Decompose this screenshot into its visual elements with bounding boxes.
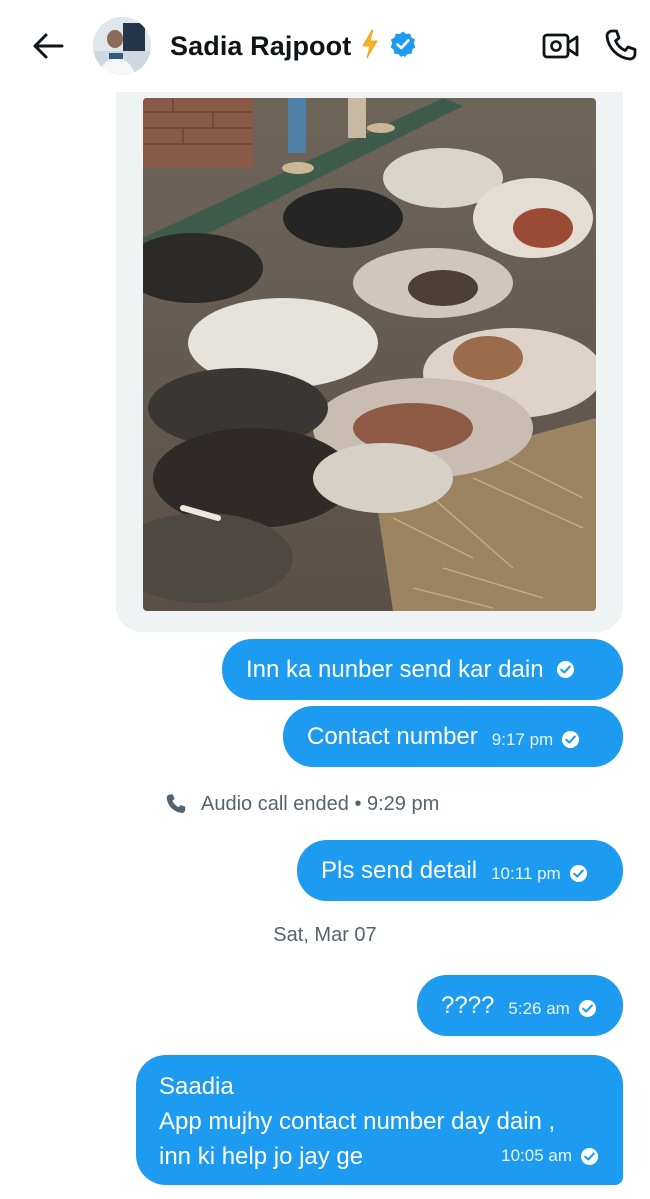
date-separator-text: Sat, Mar 07 bbox=[273, 924, 377, 946]
shared-photo[interactable] bbox=[143, 98, 596, 611]
contact-name-row[interactable]: Sadia Rajpoot bbox=[170, 26, 417, 66]
message-time: 10:11 pm bbox=[491, 863, 561, 883]
message-text: ???? bbox=[441, 991, 495, 1019]
chat-header: Sadia Rajpoot bbox=[0, 0, 650, 92]
date-separator: Sat, Mar 07 bbox=[0, 924, 650, 947]
read-check-icon bbox=[569, 864, 587, 883]
message-meta: 5:26 am bbox=[508, 994, 596, 1024]
message-meta: 10:05 am bbox=[501, 1141, 599, 1171]
video-call-icon bbox=[542, 33, 579, 59]
read-check-icon bbox=[562, 730, 580, 749]
sent-message[interactable]: ???? 5:26 am bbox=[417, 975, 623, 1036]
audio-call-button[interactable] bbox=[600, 24, 642, 66]
contact-name: Sadia Rajpoot bbox=[170, 30, 352, 61]
message-meta: 9:17 pm bbox=[492, 725, 580, 755]
avatar-image bbox=[93, 17, 151, 75]
sent-message[interactable]: Saadia App mujhy contact number day dain… bbox=[136, 1055, 623, 1185]
phone-icon bbox=[605, 29, 637, 61]
back-arrow-icon bbox=[33, 33, 64, 59]
message-time: 10:05 am bbox=[501, 1146, 572, 1165]
sent-message[interactable]: Pls send detail 10:11 pm bbox=[297, 840, 623, 901]
message-text: Pls send detail bbox=[321, 856, 478, 884]
read-check-icon bbox=[556, 660, 574, 679]
back-button[interactable] bbox=[26, 24, 70, 68]
video-call-button[interactable] bbox=[540, 26, 582, 66]
message-time: 5:26 am bbox=[508, 998, 570, 1018]
verified-badge-icon bbox=[389, 30, 417, 63]
message-line: App mujhy contact number day dain , bbox=[159, 1108, 556, 1135]
message-line: Saadia bbox=[159, 1073, 234, 1100]
message-text: Contact number bbox=[307, 722, 478, 750]
read-check-icon bbox=[580, 1147, 599, 1165]
avatar[interactable] bbox=[93, 17, 151, 75]
lightning-emoji bbox=[361, 29, 379, 64]
sent-message[interactable]: Inn ka nunber send kar dain bbox=[222, 639, 623, 700]
read-check-icon bbox=[578, 999, 596, 1018]
message-time: 9:17 pm bbox=[491, 729, 554, 749]
call-event-text: Audio call ended • 9:29 pm bbox=[201, 792, 440, 815]
call-event: Audio call ended • 9:29 pm bbox=[165, 788, 439, 820]
message-text: Inn ka nunber send kar dain bbox=[246, 655, 544, 683]
message-meta: 10:11 pm bbox=[491, 859, 588, 889]
call-ended-icon bbox=[166, 794, 186, 813]
message-meta bbox=[556, 660, 575, 679]
sent-message[interactable]: Contact number 9:17 pm bbox=[283, 706, 623, 767]
photo-content bbox=[143, 98, 596, 611]
